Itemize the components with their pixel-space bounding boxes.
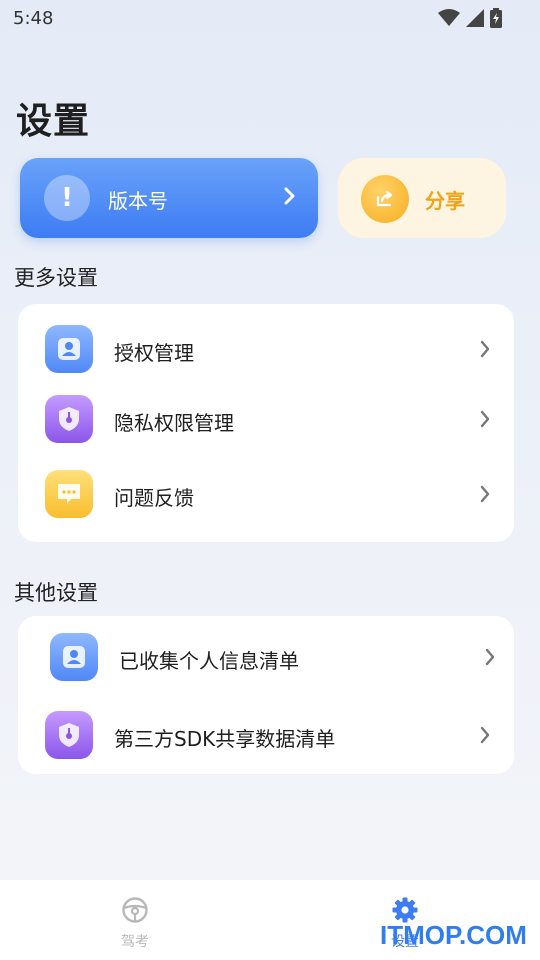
chevron-right-icon	[480, 726, 490, 748]
other-settings-panel: 已收集个人信息清单 第三方SDK共享数据清单	[18, 616, 514, 774]
user-card-icon	[45, 325, 93, 373]
user-card-icon	[50, 633, 98, 681]
nav-item-driving-test[interactable]: 驾考	[85, 896, 185, 951]
chevron-right-icon	[485, 648, 495, 670]
chevron-right-icon	[480, 410, 490, 432]
exclamation-icon: !	[44, 175, 90, 221]
section-title-more: 更多设置	[14, 266, 98, 290]
list-item-label: 授权管理	[114, 341, 194, 365]
shield-lock-icon	[45, 711, 93, 759]
list-item-sdk-sharing[interactable]: 第三方SDK共享数据清单	[18, 706, 514, 766]
page-title: 设置	[16, 101, 91, 142]
chevron-right-icon	[480, 485, 490, 507]
list-item-label: 问题反馈	[114, 486, 194, 510]
status-icons	[438, 8, 502, 32]
more-settings-panel: 授权管理 隐私权限管理 问题反馈	[18, 304, 514, 542]
list-item-personal-info[interactable]: 已收集个人信息清单	[18, 628, 514, 688]
steering-wheel-icon	[85, 896, 185, 928]
watermark: ITMOP.COM	[380, 920, 527, 950]
list-item-privacy[interactable]: 隐私权限管理	[18, 390, 514, 450]
share-card[interactable]: 分享	[338, 158, 506, 238]
chevron-right-icon	[480, 340, 490, 362]
status-bar: 5:48	[0, 0, 540, 36]
wifi-icon	[438, 9, 460, 31]
status-time: 5:48	[13, 8, 54, 29]
version-card[interactable]: ! 版本号	[20, 158, 318, 238]
section-title-other: 其他设置	[14, 581, 98, 605]
list-item-feedback[interactable]: 问题反馈	[18, 465, 514, 525]
share-label: 分享	[425, 189, 465, 213]
chevron-right-icon	[284, 186, 296, 210]
version-label: 版本号	[108, 189, 168, 213]
battery-icon	[490, 8, 502, 32]
share-icon	[361, 175, 409, 223]
list-item-label: 隐私权限管理	[114, 411, 234, 435]
chat-bubble-icon	[45, 470, 93, 518]
list-item-authorization[interactable]: 授权管理	[18, 320, 514, 380]
signal-icon	[466, 9, 484, 31]
list-item-label: 已收集个人信息清单	[119, 649, 299, 673]
nav-label: 驾考	[121, 934, 149, 950]
shield-lock-icon	[45, 395, 93, 443]
list-item-label: 第三方SDK共享数据清单	[114, 727, 336, 751]
